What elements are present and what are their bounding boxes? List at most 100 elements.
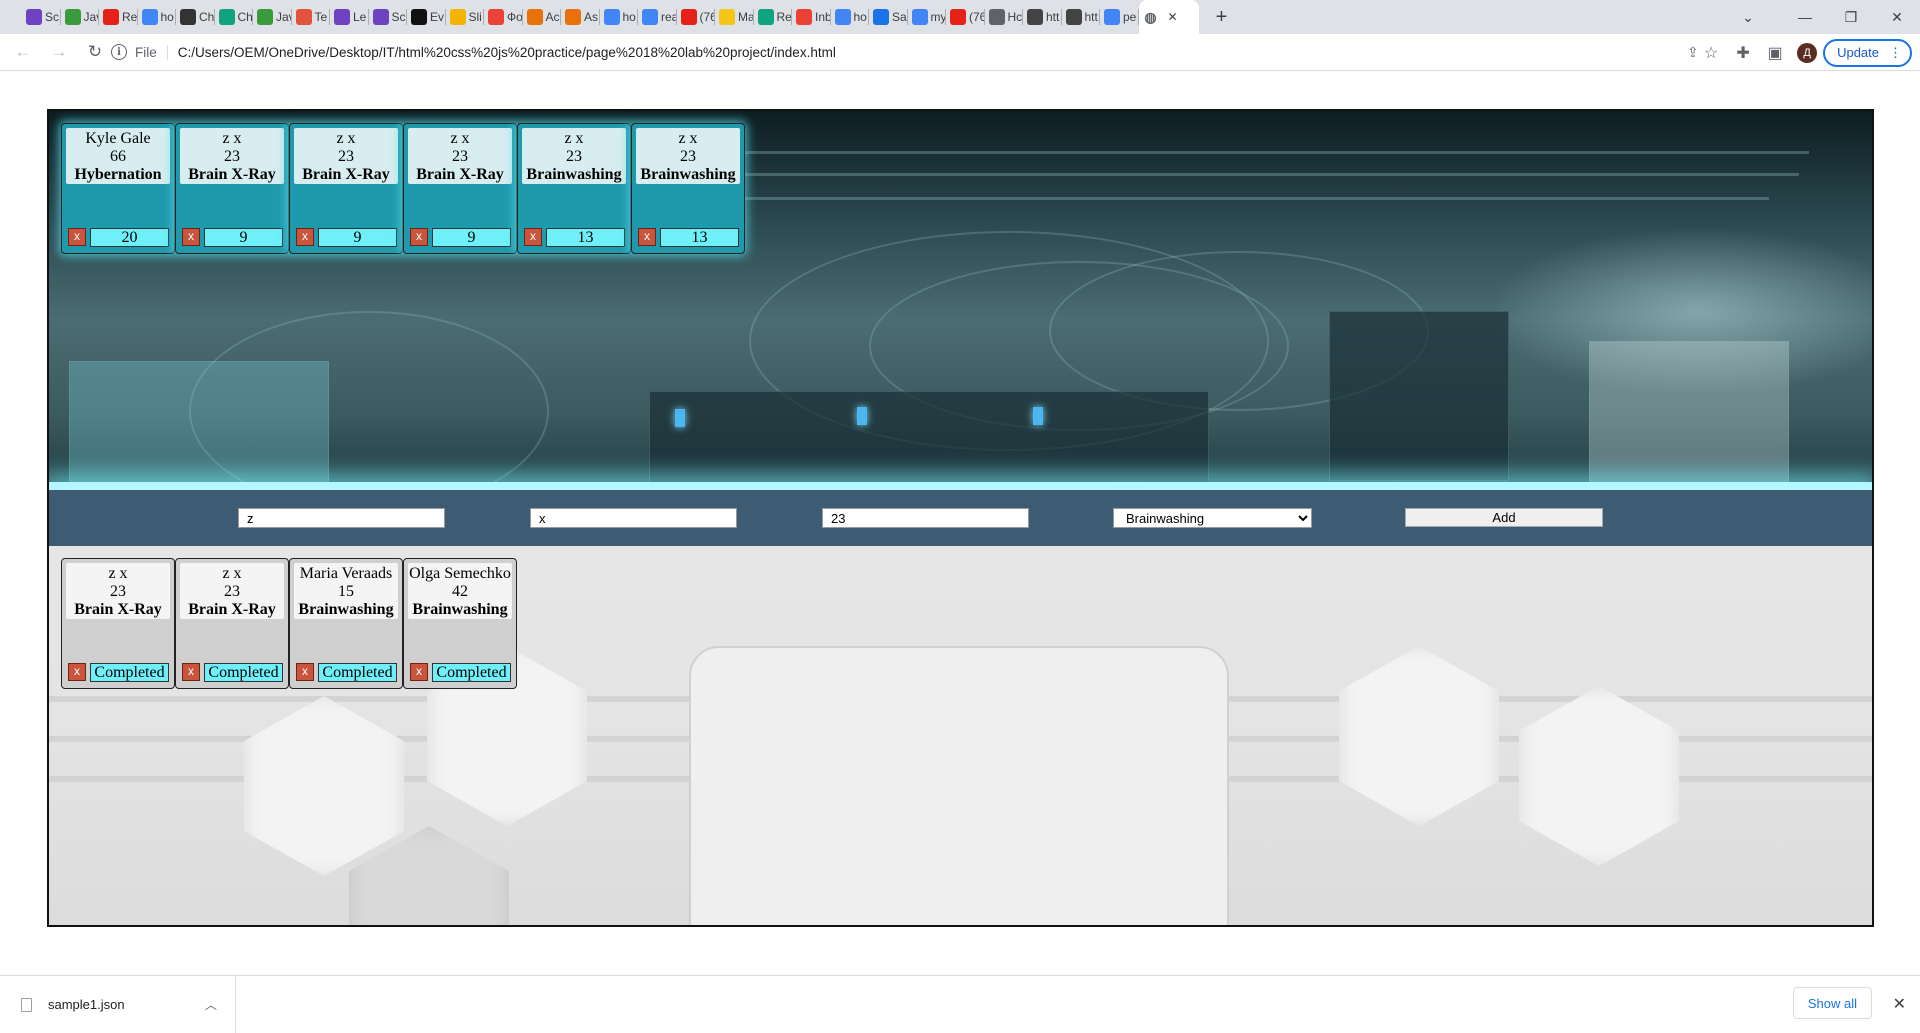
browser-tab[interactable]: pe <box>1100 0 1139 34</box>
remove-button[interactable]: x <box>524 228 542 246</box>
robot-icon <box>1065 9 1082 25</box>
remove-button[interactable]: x <box>68 228 86 246</box>
bookmark-star-icon[interactable]: ☆ <box>1695 38 1727 68</box>
browser-tab[interactable]: Te <box>292 0 331 34</box>
google-icon <box>834 9 851 25</box>
browser-tab[interactable]: Hc <box>985 0 1024 34</box>
w-icon <box>64 9 81 25</box>
browser-tab[interactable]: ho <box>831 0 870 34</box>
browser-tab[interactable]: Ev <box>407 0 446 34</box>
browser-tab[interactable]: Sc <box>22 0 61 34</box>
browser-tab[interactable]: (76 <box>946 0 985 34</box>
browser-tab[interactable]: Jav <box>253 0 292 34</box>
age-input[interactable] <box>822 508 1029 528</box>
browser-tab[interactable]: As <box>561 0 600 34</box>
show-all-button[interactable]: Show all <box>1792 987 1872 1019</box>
browser-tab[interactable]: Ac <box>523 0 562 34</box>
remove-button[interactable]: x <box>296 228 314 246</box>
back-icon[interactable]: ← <box>8 37 38 67</box>
browser-tab[interactable]: Sa <box>869 0 908 34</box>
patient-info: z x 23 Brain X-Ray <box>180 128 284 184</box>
url-text[interactable]: C:/Users/OEM/OneDrive/Desktop/IT/html%20… <box>178 45 836 60</box>
browser-tab-active[interactable]: ◍ ✕ <box>1138 0 1199 34</box>
time-remaining: 9 <box>318 227 397 247</box>
card-footer: x 13 <box>524 227 625 247</box>
tab-title: ho <box>853 10 867 24</box>
download-item[interactable]: sample1.json ︿ <box>0 976 236 1033</box>
lab-cabinet <box>1589 341 1789 486</box>
first-name-input[interactable] <box>238 508 445 528</box>
ceiling-rail <box>609 151 1809 154</box>
status-label: Completed <box>318 662 397 682</box>
browser-tab[interactable]: rea <box>638 0 677 34</box>
procedure-select[interactable]: Brainwashing <box>1113 508 1312 528</box>
browser-tab[interactable]: Ch <box>176 0 215 34</box>
browser-tab[interactable]: Sc <box>369 0 408 34</box>
patient-procedure: Brain X-Ray <box>188 166 276 183</box>
browser-tab[interactable]: htt <box>1062 0 1101 34</box>
update-button[interactable]: Update ⋮ <box>1823 38 1912 67</box>
restore-icon[interactable]: ❐ <box>1828 0 1874 34</box>
tab-title: ho <box>622 10 636 24</box>
completed-card: Olga Semechko 42 Brainwashing x Completed <box>403 558 517 689</box>
lab-app: Kyle Gale 66 Hybernation x 20 z x 23 Brain X-Ra… <box>47 109 1874 927</box>
minimize-icon[interactable]: — <box>1782 0 1828 34</box>
add-button[interactable]: Add <box>1405 508 1603 527</box>
tab-title: my <box>930 10 947 24</box>
browser-tab[interactable]: ho <box>600 0 639 34</box>
close-tab-icon[interactable]: ✕ <box>1168 10 1178 24</box>
patient-info: z x 23 Brain X-Ray <box>66 563 170 619</box>
side-panel-icon[interactable]: ▣ <box>1759 38 1791 68</box>
browser-tab[interactable]: ho <box>138 0 177 34</box>
photos-icon <box>488 9 504 25</box>
browser-tab[interactable]: Re <box>754 0 793 34</box>
patient-info: z x 23 Brain X-Ray <box>408 128 512 184</box>
s-icon <box>873 9 889 25</box>
tab-title: Sc <box>45 10 60 24</box>
browser-tab[interactable]: Le <box>330 0 369 34</box>
browser-tab[interactable]: Sli <box>446 0 485 34</box>
close-window-icon[interactable]: ✕ <box>1874 0 1920 34</box>
last-name-input[interactable] <box>530 508 737 528</box>
remove-button[interactable]: x <box>410 228 428 246</box>
tab-search-icon[interactable]: ⌄ <box>1728 0 1768 34</box>
forward-icon[interactable]: → <box>44 37 74 67</box>
site-info-icon[interactable]: i <box>111 44 127 60</box>
remove-button[interactable]: x <box>638 228 656 246</box>
patient-age: 23 <box>338 148 354 165</box>
patient-info: Olga Semechko 42 Brainwashing <box>408 563 512 619</box>
remove-button[interactable]: x <box>182 228 200 246</box>
reload-icon[interactable]: ↻ <box>80 37 110 67</box>
patient-name: Maria Veraads <box>299 565 393 582</box>
browser-tab[interactable]: Фо <box>484 0 523 34</box>
browser-tab[interactable]: (76 <box>677 0 716 34</box>
chevron-up-icon[interactable]: ︿ <box>205 996 217 1013</box>
a-icon <box>526 9 543 25</box>
patient-info: Maria Veraads 15 Brainwashing <box>294 563 398 619</box>
remove-button[interactable]: x <box>182 663 200 681</box>
browser-tab[interactable]: my <box>908 0 947 34</box>
tab-title: Sli <box>468 10 482 24</box>
browser-tab[interactable]: Ch <box>215 0 254 34</box>
window-controls: ⌄ — ❐ ✕ <box>1728 0 1920 34</box>
remove-button[interactable]: x <box>410 663 428 681</box>
wall-panel <box>689 646 1229 925</box>
browser-tab[interactable]: Jav <box>61 0 99 34</box>
card-footer: x 13 <box>638 227 739 247</box>
extensions-icon[interactable]: ✚ <box>1727 38 1759 68</box>
remove-button[interactable]: x <box>296 663 314 681</box>
new-tab-button[interactable]: + <box>1207 0 1237 34</box>
remove-button[interactable]: x <box>68 663 86 681</box>
browser-tab[interactable]: Inb <box>792 0 831 34</box>
kebab-menu-icon: ⋮ <box>1889 44 1902 60</box>
browser-tab[interactable]: Re <box>99 0 138 34</box>
browser-tab[interactable]: Ma <box>715 0 754 34</box>
close-downloads-icon[interactable]: ✕ <box>1893 994 1906 1014</box>
ceiling-rail <box>649 173 1799 176</box>
browser-tab-strip: Sc Jav Re ho Ch Ch Jav Te Le Sc Ev Sli Фо Ac As ho rea (7… <box>0 0 1920 34</box>
card-footer: x 20 <box>68 227 169 247</box>
tab-title: (76 <box>699 10 716 24</box>
browser-tab[interactable]: htt <box>1023 0 1062 34</box>
address-bar[interactable]: i File C:/Users/OEM/OneDrive/Desktop/IT/… <box>111 38 1707 66</box>
profile-avatar[interactable]: Д <box>1797 42 1818 63</box>
